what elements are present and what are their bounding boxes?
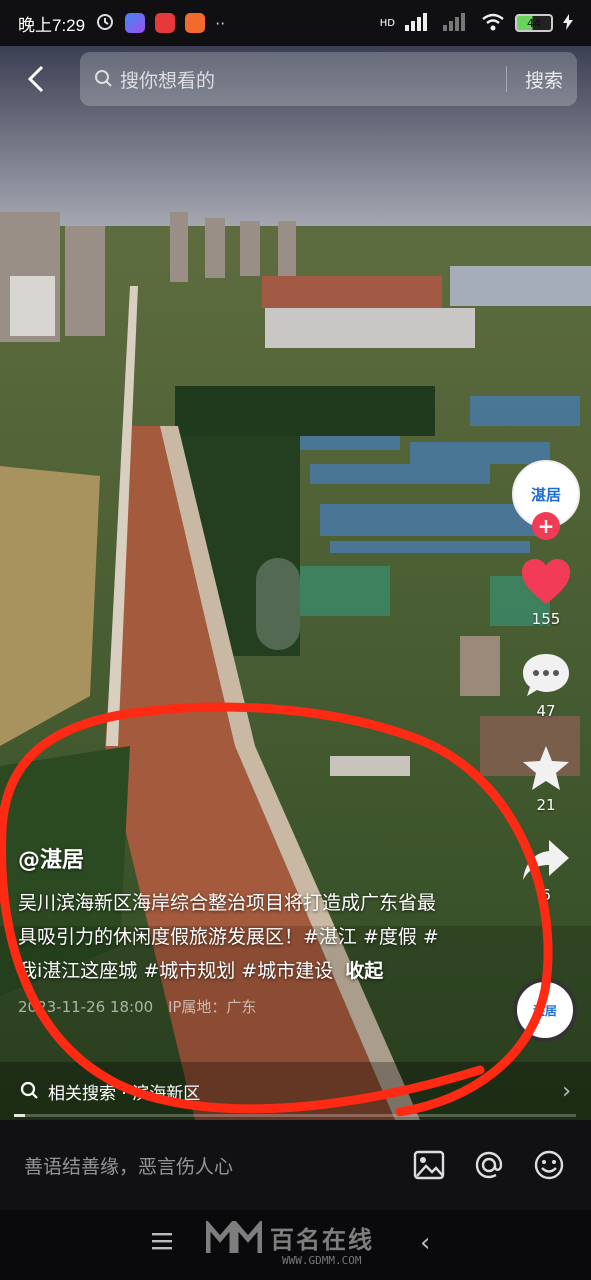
menu-icon[interactable] [152, 1232, 172, 1254]
drag-handle[interactable] [256, 558, 300, 650]
video-progress-bar[interactable] [14, 1114, 576, 1117]
comment-input[interactable]: 善语结善缘，恶言伤人心 [24, 1152, 387, 1179]
comment-bar: 善语结善缘，恶言伤人心 [0, 1120, 591, 1210]
watermark-url: WWW.GDMM.COM [282, 1254, 362, 1267]
video-caption: @湛居 吴川滨海新区海岸综合整治项目将打造成广东省最具吸引力的休闲度假旅游发展区… [18, 842, 448, 1017]
status-bar: 晚上7:29 ·· HD 44 [0, 0, 591, 46]
music-disc[interactable]: 湛居 [513, 978, 577, 1042]
status-right: HD 44 [379, 12, 573, 34]
action-rail: 湛居 + 155 47 21 6 [501, 460, 591, 904]
author-avatar[interactable]: 湛居 + [512, 460, 580, 540]
collapse-button[interactable]: 收起 [345, 960, 383, 982]
emoji-icon[interactable] [531, 1147, 567, 1183]
search-icon [20, 1081, 38, 1099]
related-search-bar[interactable]: 相关搜索 · 滨海新区 › [0, 1062, 591, 1120]
post-meta: 2023-11-26 18:00 IP属地：广东 [18, 996, 448, 1017]
status-time: 晚上7:29 [18, 15, 86, 35]
post-location: IP属地：广东 [167, 998, 257, 1016]
favorite-count: 21 [536, 796, 556, 814]
shop-app-icon [185, 13, 206, 33]
favorite-button[interactable]: 21 [521, 744, 571, 814]
video-app-icon [125, 13, 146, 33]
video-description: 吴川滨海新区海岸综合整治项目将打造成广东省最具吸引力的休闲度假旅游发展区！#湛江… [18, 886, 448, 988]
search-placeholder: 搜你想看的 [120, 69, 216, 92]
follow-button[interactable]: + [532, 512, 560, 540]
like-button[interactable]: 155 [520, 558, 572, 628]
hd-label: HD [379, 17, 395, 29]
chevron-left-icon [27, 65, 44, 93]
author-name[interactable]: @湛居 [18, 842, 448, 874]
progress-fill [14, 1114, 26, 1117]
search-input[interactable]: 搜你想看的 搜索 [80, 52, 577, 106]
like-count: 155 [531, 610, 561, 628]
signal-icon [405, 12, 433, 34]
back-button[interactable] [14, 57, 58, 101]
battery-level: 44 [527, 16, 541, 30]
status-app-icons: ·· [95, 11, 225, 36]
watermark: 百名在线 WWW.GDMM.COM [206, 1220, 374, 1267]
top-search-bar: 搜你想看的 搜索 [0, 50, 591, 108]
comment-icon [523, 654, 569, 696]
search-divider [505, 66, 507, 92]
avatar-text: 湛居 [530, 485, 561, 504]
music-disc-text: 湛居 [532, 1003, 557, 1018]
mention-icon[interactable] [471, 1147, 507, 1183]
nav-back-icon[interactable]: ‹ [420, 1228, 430, 1258]
watermark-logo-icon [206, 1220, 262, 1253]
share-button[interactable]: 6 [521, 838, 571, 904]
share-count: 6 [541, 886, 551, 904]
wifi-icon [481, 13, 505, 34]
search-button[interactable]: 搜索 [525, 66, 563, 93]
more-notifications-icon: ·· [215, 13, 226, 33]
image-icon[interactable] [411, 1147, 447, 1183]
system-nav-bar: 百名在线 WWW.GDMM.COM ‹ [0, 1210, 591, 1280]
music-app-icon [155, 13, 176, 33]
comment-button[interactable]: 47 [521, 652, 571, 720]
signal2-icon [443, 12, 471, 34]
alarm-icon [95, 11, 115, 36]
heart-icon [522, 559, 570, 604]
comment-count: 47 [536, 702, 556, 720]
share-arrow-icon [523, 840, 569, 880]
chevron-right-icon: › [562, 1078, 571, 1104]
battery-icon: 44 [515, 14, 553, 32]
post-date: 2023-11-26 18:00 [18, 998, 154, 1016]
charging-icon [563, 13, 573, 33]
related-search-label: 相关搜索 · 滨海新区 [48, 1083, 201, 1104]
watermark-text: 百名在线 [270, 1226, 374, 1254]
search-icon [95, 70, 112, 87]
star-icon [523, 746, 569, 790]
